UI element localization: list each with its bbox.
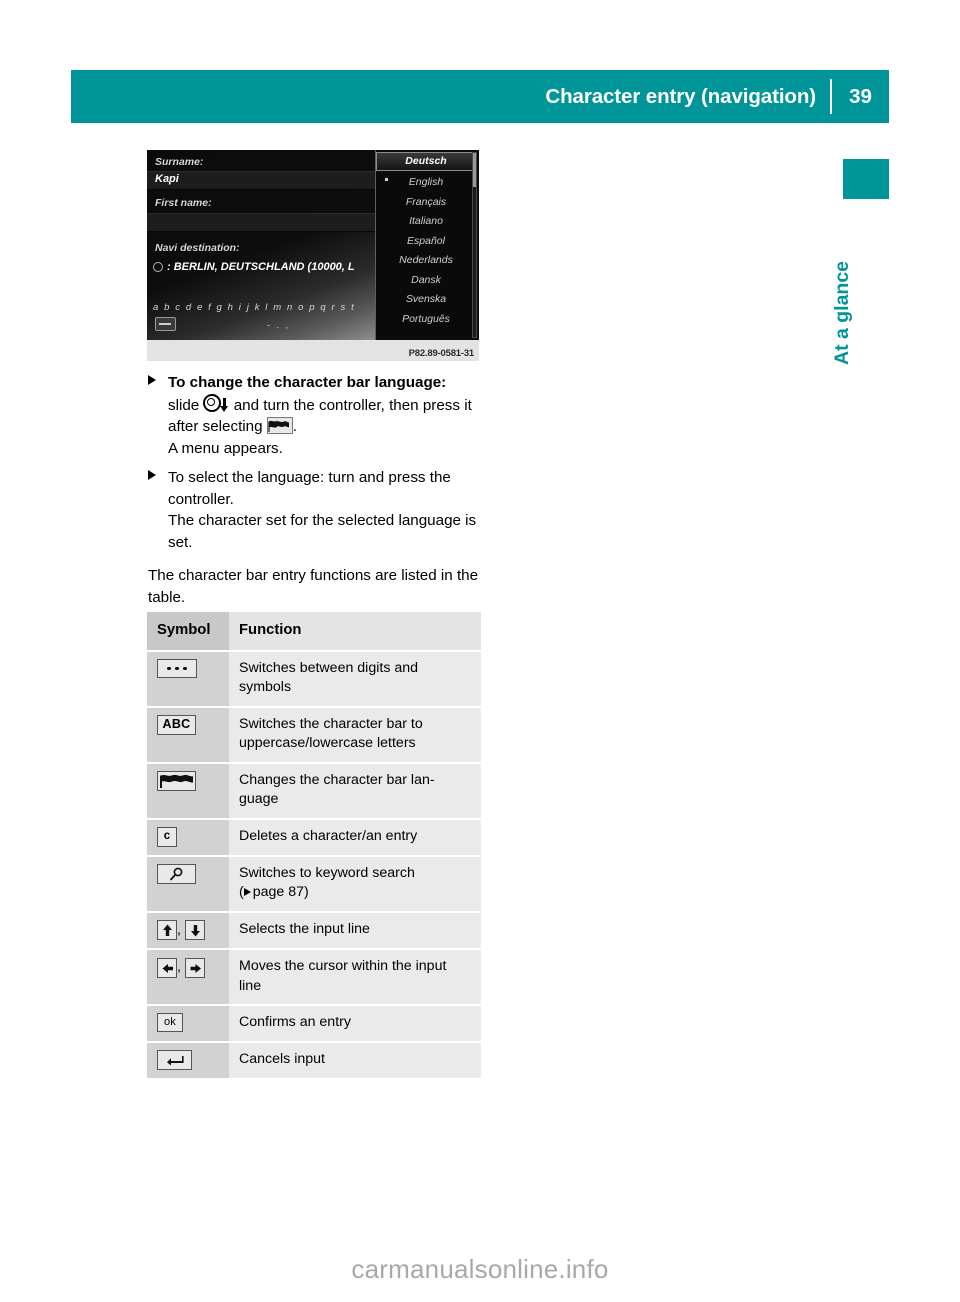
head-unit-screen: Surname: Kapi First name: Navi destinati… bbox=[147, 150, 479, 340]
delete-key-icon: c bbox=[157, 826, 177, 847]
symbol-cell-abc: ABC bbox=[147, 706, 229, 764]
language-option-espanol[interactable]: Español bbox=[376, 232, 476, 251]
up-down-arrow-icon: , bbox=[157, 920, 205, 941]
step-1-period: . bbox=[292, 418, 298, 435]
symbol-cell-search bbox=[147, 855, 229, 913]
table-header-symbol: Symbol bbox=[147, 612, 229, 652]
step-bullet-arrow-icon bbox=[148, 375, 156, 385]
table-row: , Selects the input line bbox=[147, 911, 481, 951]
symbol-cell-updown: , bbox=[147, 911, 229, 951]
function-cell-language: Changes the character bar lan-guage bbox=[229, 762, 481, 820]
page-ref-arrow-icon bbox=[243, 888, 251, 897]
search-key-icon bbox=[157, 863, 196, 884]
symbol-separator-updown: , bbox=[177, 920, 181, 937]
function-cell-ok: Confirms an entry bbox=[229, 1005, 481, 1043]
table-intro-paragraph: The character bar entry functions are li… bbox=[148, 567, 479, 606]
device-screenshot-figure: Surname: Kapi First name: Navi destinati… bbox=[147, 150, 479, 361]
language-option-portugues[interactable]: Português bbox=[376, 310, 476, 329]
page-number: 39 bbox=[849, 84, 872, 108]
function-cell-back: Cancels input bbox=[229, 1042, 481, 1081]
page-reference[interactable]: (page 87) bbox=[239, 884, 309, 900]
step-1-result: A menu appears. bbox=[168, 439, 283, 457]
ok-key-icon: ok bbox=[157, 1013, 183, 1033]
controller-slide-icon bbox=[203, 393, 222, 412]
instruction-step-1: To change the character bar language: sl… bbox=[148, 372, 493, 459]
left-right-arrow-icon: , bbox=[157, 957, 205, 978]
table-row: Switches between digits and symbols bbox=[147, 650, 481, 708]
surname-value: Kapi bbox=[155, 173, 179, 185]
surname-label: Surname: bbox=[155, 156, 204, 168]
figure-caption: P82.89-0581-31 bbox=[408, 348, 475, 359]
function-cell-delete: Deletes a character/an entry bbox=[229, 818, 481, 857]
language-option-deutsch[interactable]: Deutsch bbox=[376, 152, 476, 171]
language-option-dansk[interactable]: Dansk bbox=[376, 271, 476, 290]
function-cell-search: Switches to keyword search (page 87) bbox=[229, 855, 481, 913]
step-bullet-arrow-icon bbox=[148, 470, 156, 480]
character-bar-space-key bbox=[155, 317, 176, 331]
language-option-italiano[interactable]: Italiano bbox=[376, 212, 476, 231]
down-arrow-key-icon bbox=[184, 920, 205, 941]
dots-key-icon bbox=[157, 658, 197, 678]
site-watermark: carmanualsonline.info bbox=[351, 1254, 609, 1284]
language-menu[interactable]: Deutsch English Français Italiano Españo… bbox=[375, 150, 479, 340]
flag-key-icon bbox=[157, 770, 196, 791]
step-1-text-before: slide bbox=[168, 396, 200, 414]
left-arrow-key-icon bbox=[157, 957, 177, 978]
language-option-svenska[interactable]: Svenska bbox=[376, 290, 476, 309]
section-tab-label: At a glance bbox=[831, 260, 853, 365]
language-option-francais[interactable]: Français bbox=[376, 193, 476, 212]
page-header-band: Character entry (navigation) 39 bbox=[71, 70, 889, 123]
symbol-cell-delete: c bbox=[147, 818, 229, 857]
navi-destination-icon bbox=[153, 262, 163, 272]
table-header-function: Function bbox=[229, 612, 481, 652]
instructions-column: To change the character bar language: sl… bbox=[148, 372, 493, 608]
abc-key-icon: ABC bbox=[157, 714, 196, 735]
table-row: , Moves the cursor within the input line bbox=[147, 949, 481, 1007]
back-key-icon bbox=[157, 1050, 192, 1070]
first-name-input-strip bbox=[147, 213, 376, 232]
table-header-row: Symbol Function bbox=[147, 612, 481, 652]
step-2-text: To select the language: turn and press t… bbox=[168, 469, 451, 508]
navi-destination-label: Navi destination: bbox=[155, 242, 240, 254]
page-title: Character entry (navigation) bbox=[545, 84, 816, 108]
step-2-result: The character set for the selected langu… bbox=[168, 512, 477, 551]
table-row: Switches to keyword search (page 87) bbox=[147, 855, 481, 913]
right-arrow-key-icon bbox=[184, 957, 205, 978]
symbol-cell-language bbox=[147, 762, 229, 820]
character-bar-row1: a b c d e f g h i j k l m n o p q r s t bbox=[153, 302, 356, 313]
first-name-label: First name: bbox=[155, 197, 212, 209]
function-cell-updown: Selects the input line bbox=[229, 911, 481, 951]
slide-down-arrow-icon bbox=[220, 397, 229, 412]
character-bar-functions-table: Symbol Function Switches between digits … bbox=[147, 612, 481, 1081]
symbol-cell-ok: ok bbox=[147, 1005, 229, 1043]
surname-input-strip bbox=[147, 171, 376, 190]
symbol-cell-leftright: , bbox=[147, 949, 229, 1007]
table-row: c Deletes a character/an entry bbox=[147, 818, 481, 857]
instruction-step-2: To select the language: turn and press t… bbox=[148, 467, 493, 553]
table-row: Cancels input bbox=[147, 1042, 481, 1081]
language-menu-scrollbar-thumb[interactable] bbox=[473, 153, 476, 187]
flag-key-icon bbox=[266, 417, 293, 434]
page-reference-label: page 87 bbox=[252, 884, 305, 901]
screen-entry-form: Surname: Kapi First name: Navi destinati… bbox=[147, 150, 376, 340]
step-1-lead: To change the character bar language: bbox=[168, 374, 447, 391]
function-cell-digits-symbols: Switches between digits and symbols bbox=[229, 650, 481, 708]
symbol-cell-back bbox=[147, 1042, 229, 1081]
function-cell-leftright: Moves the cursor within the input line bbox=[229, 949, 481, 1007]
symbol-cell-digits-symbols bbox=[147, 650, 229, 708]
function-cell-abc: Switches the character bar to uppercase/… bbox=[229, 706, 481, 764]
function-text-search: Switches to keyword search bbox=[239, 864, 415, 881]
table-row: ABC Switches the character bar to upperc… bbox=[147, 706, 481, 764]
character-bar-row2: - . , bbox=[267, 320, 290, 330]
language-option-english[interactable]: English bbox=[376, 173, 476, 192]
table-row: Changes the character bar lan-guage bbox=[147, 762, 481, 820]
symbol-separator-leftright: , bbox=[177, 958, 181, 975]
navi-destination-value: : BERLIN, DEUTSCHLAND (10000, L bbox=[167, 261, 355, 273]
table-row: ok Confirms an entry bbox=[147, 1005, 481, 1043]
language-menu-scrollbar[interactable] bbox=[472, 152, 477, 338]
language-option-nederlands[interactable]: Nederlands bbox=[376, 251, 476, 270]
up-arrow-key-icon bbox=[157, 920, 177, 941]
section-tab-marker bbox=[843, 159, 889, 199]
